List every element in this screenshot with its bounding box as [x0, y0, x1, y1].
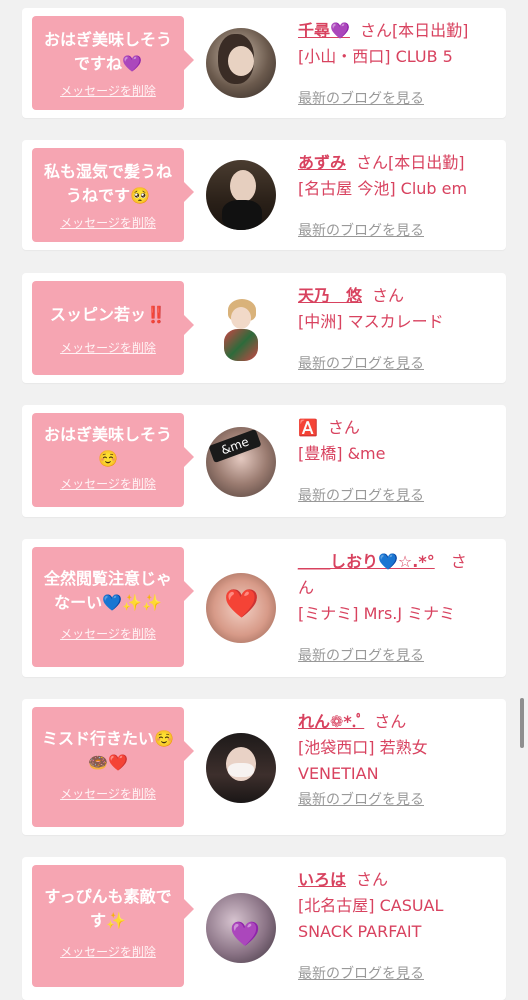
profile-info: 天乃 悠さん [中洲] マスカレード [298, 283, 498, 335]
honorific-status: さ [450, 552, 467, 571]
profile-name-link[interactable]: 🅰️ [298, 418, 318, 437]
delete-message-link[interactable]: メッセージを削除 [32, 785, 184, 802]
latest-blog-link[interactable]: 最新のブログを見る [298, 789, 424, 809]
honorific-wrap: ん [298, 578, 315, 597]
profile-name-link[interactable]: 天乃 悠 [298, 286, 362, 305]
delete-message-link[interactable]: メッセージを削除 [32, 214, 184, 231]
honorific-status: さん[本日出勤] [356, 153, 465, 172]
profile-name-link[interactable]: あずみ [298, 153, 346, 172]
shop-location: [中洲] マスカレード [298, 312, 444, 331]
profile-name-link[interactable]: いろは [298, 870, 346, 889]
message-bubble: おはぎ美味しそう ☺️ メッセージを削除 [32, 413, 194, 507]
message-card: スッピン若ッ‼️ メッセージを削除 天乃 悠さん [中洲] マスカレード 最新の… [22, 273, 506, 383]
profile-info: 🅰️ さん [豊橋] &me [298, 415, 498, 467]
heart-sticker: ❤️ [224, 587, 259, 620]
heart-sticker: 💜 [230, 920, 260, 948]
shop-location: [ミナミ] Mrs.J ミナミ [298, 604, 456, 623]
avatar[interactable] [206, 28, 276, 98]
delete-message-link[interactable]: メッセージを削除 [32, 943, 184, 960]
profile-name-link[interactable]: 千尋💜 [298, 21, 350, 40]
avatar[interactable] [206, 733, 276, 803]
latest-blog-link[interactable]: 最新のブログを見る [298, 353, 424, 373]
delete-message-link[interactable]: メッセージを削除 [32, 625, 184, 642]
latest-blog-link[interactable]: 最新のブログを見る [298, 88, 424, 108]
honorific-status: さん [372, 286, 405, 305]
message-card: すっぴんも素敵で す✨ メッセージを削除 💜 いろは さん [北名古屋] CASU… [22, 857, 506, 1000]
latest-blog-link[interactable]: 最新のブログを見る [298, 485, 424, 505]
latest-blog-link[interactable]: 最新のブログを見る [298, 645, 424, 665]
message-text: すっぴんも素敵で す✨ [44, 887, 172, 930]
message-bubble: ミスド行きたい☺️ 🍩❤️ メッセージを削除 [32, 707, 194, 827]
honorific-status: さん [327, 418, 360, 437]
message-list: おはぎ美味しそう ですね💜 メッセージを削除 千尋💜 さん[本日出勤] [小山・西… [0, 0, 528, 1000]
profile-info: 千尋💜 さん[本日出勤] [小山・西口] CLUB 5 [298, 18, 498, 70]
message-card: 私も湿気で髪うね うねです🥺 メッセージを削除 あずみ さん[本日出勤] [名古屋… [22, 140, 506, 250]
latest-blog-link[interactable]: 最新のブログを見る [298, 220, 424, 240]
profile-name-link[interactable]: ＿＿しおり💙☆.*° [298, 552, 435, 571]
message-text: スッピン若ッ‼️ [50, 305, 166, 324]
honorific-status: さん [374, 712, 407, 731]
avatar[interactable] [206, 293, 276, 363]
avatar-badge-text: &me [219, 434, 251, 458]
shop-location: [池袋西口] 若熟女 VENETIAN [298, 738, 428, 783]
message-bubble: おはぎ美味しそう ですね💜 メッセージを削除 [32, 16, 194, 110]
scrollbar-thumb[interactable] [520, 698, 524, 748]
delete-message-link[interactable]: メッセージを削除 [32, 475, 184, 492]
profile-info: ＿＿しおり💙☆.*° さ ん [ミナミ] Mrs.J ミナミ [298, 549, 498, 627]
avatar[interactable] [206, 160, 276, 230]
message-text: ミスド行きたい☺️ 🍩❤️ [42, 729, 174, 772]
profile-info: れん❁*.ﾟ さん [池袋西口] 若熟女 VENETIAN [298, 709, 498, 787]
message-card: 全然閲覧注意じゃ なーい💙✨✨ メッセージを削除 ❤️ ＿＿しおり💙☆.*° さ … [22, 539, 506, 677]
delete-message-link[interactable]: メッセージを削除 [32, 82, 184, 99]
message-bubble: すっぴんも素敵で す✨ メッセージを削除 [32, 865, 194, 987]
avatar[interactable]: &me [206, 427, 276, 497]
avatar[interactable]: ❤️ [206, 573, 276, 643]
message-bubble: 全然閲覧注意じゃ なーい💙✨✨ メッセージを削除 [32, 547, 194, 667]
profile-info: あずみ さん[本日出勤] [名古屋 今池] Club em [298, 150, 498, 202]
shop-location: [名古屋 今池] Club em [298, 179, 468, 198]
honorific-status: さん [356, 870, 389, 889]
profile-info: いろは さん [北名古屋] CASUAL SNACK PARFAIT [298, 867, 498, 945]
message-card: おはぎ美味しそう ですね💜 メッセージを削除 千尋💜 さん[本日出勤] [小山・西… [22, 8, 506, 118]
message-text: 私も湿気で髪うね うねです🥺 [43, 162, 172, 205]
message-bubble: スッピン若ッ‼️ メッセージを削除 [32, 281, 194, 375]
latest-blog-link[interactable]: 最新のブログを見る [298, 963, 424, 983]
message-card: ミスド行きたい☺️ 🍩❤️ メッセージを削除 れん❁*.ﾟ さん [池袋西口] 若… [22, 699, 506, 835]
message-bubble: 私も湿気で髪うね うねです🥺 メッセージを削除 [32, 148, 194, 242]
honorific-status: さん[本日出勤] [359, 21, 469, 40]
shop-location: [北名古屋] CASUAL SNACK PARFAIT [298, 896, 444, 941]
shop-location: [小山・西口] CLUB 5 [298, 47, 453, 66]
message-card: おはぎ美味しそう ☺️ メッセージを削除 &me 🅰️ さん [豊橋] &me 最… [22, 405, 506, 517]
delete-message-link[interactable]: メッセージを削除 [32, 339, 184, 356]
shop-location: [豊橋] &me [298, 444, 386, 463]
profile-name-link[interactable]: れん❁*.ﾟ [298, 712, 364, 731]
message-text: おはぎ美味しそう ☺️ [43, 425, 172, 468]
message-text: 全然閲覧注意じゃ なーい💙✨✨ [43, 569, 172, 612]
avatar[interactable]: 💜 [206, 893, 276, 963]
message-text: おはぎ美味しそう ですね💜 [43, 30, 172, 73]
